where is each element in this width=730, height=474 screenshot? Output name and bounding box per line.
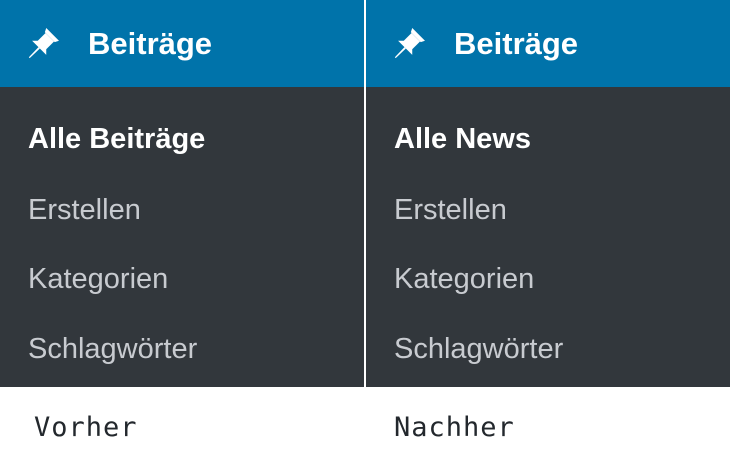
- submenu-item-all-news[interactable]: Alle News: [394, 121, 531, 157]
- panel-before: Beiträge Alle Beiträge Erstellen Kategor…: [0, 0, 364, 474]
- submenu-item-categories[interactable]: Kategorien: [394, 261, 534, 297]
- submenu-item-categories[interactable]: Kategorien: [28, 261, 168, 297]
- admin-menu: Beiträge Alle Beiträge Erstellen Kategor…: [0, 0, 364, 387]
- pushpin-icon: [20, 23, 64, 67]
- menu-header-label: Beiträge: [454, 26, 579, 61]
- pushpin-icon: [386, 23, 430, 67]
- caption-before: Vorher: [34, 412, 138, 443]
- submenu-item-tags[interactable]: Schlagwörter: [28, 331, 197, 367]
- submenu-item-create[interactable]: Erstellen: [28, 192, 141, 228]
- menu-header-posts[interactable]: Beiträge: [0, 0, 364, 87]
- menu-header-posts[interactable]: Beiträge: [366, 0, 730, 87]
- submenu-item-tags[interactable]: Schlagwörter: [394, 331, 563, 367]
- submenu-item-all-posts[interactable]: Alle Beiträge: [28, 121, 205, 157]
- submenu: Alle News Erstellen Kategorien Schlagwör…: [366, 87, 730, 387]
- panel-after: Beiträge Alle News Erstellen Kategorien …: [366, 0, 730, 474]
- menu-header-label: Beiträge: [88, 26, 213, 61]
- admin-menu: Beiträge Alle News Erstellen Kategorien …: [366, 0, 730, 387]
- submenu-item-create[interactable]: Erstellen: [394, 192, 507, 228]
- caption-after: Nachher: [394, 412, 515, 443]
- submenu: Alle Beiträge Erstellen Kategorien Schla…: [0, 87, 364, 387]
